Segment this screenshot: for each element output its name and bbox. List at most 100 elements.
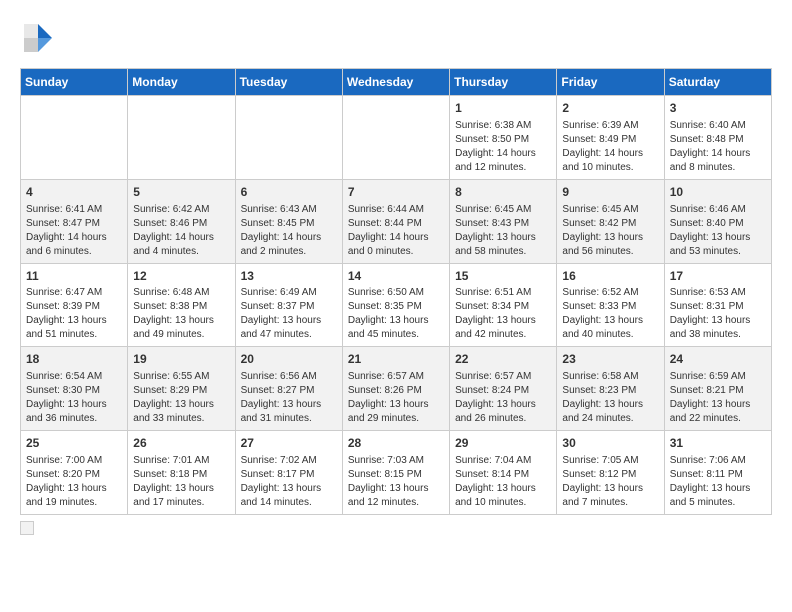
calendar-week-row: 1 Sunrise: 6:38 AM Sunset: 8:50 PM Daylig… [21,96,772,180]
day-info: Sunrise: 6:56 AM Sunset: 8:27 PM Dayligh… [241,370,337,426]
calendar-cell [235,96,342,180]
calendar-cell: 5Sunrise: 6:42 AM Sunset: 8:46 PM Daylig… [128,179,235,263]
day-of-week-header: Tuesday [235,69,342,96]
day-info: Sunrise: 6:45 AM Sunset: 8:42 PM Dayligh… [562,203,658,259]
day-info: Sunrise: 6:53 AM Sunset: 8:31 PM Dayligh… [670,286,766,342]
calendar-cell: 4Sunrise: 6:41 AM Sunset: 8:47 PM Daylig… [21,179,128,263]
calendar-cell [342,96,449,180]
calendar-cell: 8Sunrise: 6:45 AM Sunset: 8:43 PM Daylig… [450,179,557,263]
day-info: Sunrise: 6:44 AM Sunset: 8:44 PM Dayligh… [348,203,444,259]
day-number: 22 [455,351,551,368]
day-number: 30 [562,435,658,452]
day-number: 23 [562,351,658,368]
day-number: 28 [348,435,444,452]
day-number: 16 [562,268,658,285]
day-header-row: SundayMondayTuesdayWednesdayThursdayFrid… [21,69,772,96]
calendar-cell: 17Sunrise: 6:53 AM Sunset: 8:31 PM Dayli… [664,263,771,347]
day-info: Sunrise: 6:57 AM Sunset: 8:24 PM Dayligh… [455,370,551,426]
calendar-cell: 28 Sunrise: 7:03 AM Sunset: 8:15 PM Dayli… [342,431,449,515]
calendar-cell: 25 Sunrise: 7:00 AM Sunset: 8:20 PM Dayli… [21,431,128,515]
calendar-cell: 29 Sunrise: 7:04 AM Sunset: 8:14 PM Dayli… [450,431,557,515]
calendar-cell: 1 Sunrise: 6:38 AM Sunset: 8:50 PM Daylig… [450,96,557,180]
calendar-cell: 18 Sunrise: 6:54 AM Sunset: 8:30 PM Dayli… [21,347,128,431]
calendar-cell: 26 Sunrise: 7:01 AM Sunset: 8:18 PM Dayli… [128,431,235,515]
day-number: 13 [241,268,337,285]
day-number: 25 [26,435,122,452]
calendar-week-row: 18 Sunrise: 6:54 AM Sunset: 8:30 PM Dayli… [21,347,772,431]
day-info: Sunrise: 6:39 AM Sunset: 8:49 PM Dayligh… [562,119,658,175]
day-info: Sunrise: 7:04 AM Sunset: 8:14 PM Dayligh… [455,454,551,510]
day-number: 2 [562,100,658,117]
calendar-cell: 2 Sunrise: 6:39 AM Sunset: 8:49 PM Daylig… [557,96,664,180]
logo [20,20,60,56]
day-number: 12 [133,268,229,285]
page: SundayMondayTuesdayWednesdayThursdayFrid… [0,0,792,545]
calendar-body: 1 Sunrise: 6:38 AM Sunset: 8:50 PM Daylig… [21,96,772,515]
calendar-cell: 31 Sunrise: 7:06 AM Sunset: 8:11 PM Dayli… [664,431,771,515]
day-info: Sunrise: 6:49 AM Sunset: 8:37 PM Dayligh… [241,286,337,342]
calendar-cell: 21 Sunrise: 6:57 AM Sunset: 8:26 PM Dayli… [342,347,449,431]
day-number: 27 [241,435,337,452]
calendar-cell [128,96,235,180]
day-info: Sunrise: 6:48 AM Sunset: 8:38 PM Dayligh… [133,286,229,342]
day-of-week-header: Saturday [664,69,771,96]
calendar-cell: 10Sunrise: 6:46 AM Sunset: 8:40 PM Dayli… [664,179,771,263]
day-number: 9 [562,184,658,201]
day-info: Sunrise: 6:46 AM Sunset: 8:40 PM Dayligh… [670,203,766,259]
calendar-cell: 12Sunrise: 6:48 AM Sunset: 8:38 PM Dayli… [128,263,235,347]
day-info: Sunrise: 7:05 AM Sunset: 8:12 PM Dayligh… [562,454,658,510]
calendar-cell: 22 Sunrise: 6:57 AM Sunset: 8:24 PM Dayli… [450,347,557,431]
day-info: Sunrise: 7:01 AM Sunset: 8:18 PM Dayligh… [133,454,229,510]
calendar-cell: 11Sunrise: 6:47 AM Sunset: 8:39 PM Dayli… [21,263,128,347]
day-of-week-header: Friday [557,69,664,96]
day-number: 20 [241,351,337,368]
calendar-cell: 24 Sunrise: 6:59 AM Sunset: 8:21 PM Dayli… [664,347,771,431]
day-info: Sunrise: 7:06 AM Sunset: 8:11 PM Dayligh… [670,454,766,510]
day-info: Sunrise: 6:57 AM Sunset: 8:26 PM Dayligh… [348,370,444,426]
day-number: 24 [670,351,766,368]
day-info: Sunrise: 6:54 AM Sunset: 8:30 PM Dayligh… [26,370,122,426]
calendar-cell: 7 Sunrise: 6:44 AM Sunset: 8:44 PM Daylig… [342,179,449,263]
day-info: Sunrise: 6:47 AM Sunset: 8:39 PM Dayligh… [26,286,122,342]
day-info: Sunrise: 6:41 AM Sunset: 8:47 PM Dayligh… [26,203,122,259]
day-info: Sunrise: 7:03 AM Sunset: 8:15 PM Dayligh… [348,454,444,510]
day-number: 3 [670,100,766,117]
day-info: Sunrise: 6:51 AM Sunset: 8:34 PM Dayligh… [455,286,551,342]
day-number: 31 [670,435,766,452]
day-of-week-header: Thursday [450,69,557,96]
calendar-cell: 6Sunrise: 6:43 AM Sunset: 8:45 PM Daylig… [235,179,342,263]
day-number: 29 [455,435,551,452]
day-number: 7 [348,184,444,201]
calendar-header: SundayMondayTuesdayWednesdayThursdayFrid… [21,69,772,96]
day-number: 17 [670,268,766,285]
day-number: 26 [133,435,229,452]
calendar-cell: 14Sunrise: 6:50 AM Sunset: 8:35 PM Dayli… [342,263,449,347]
calendar-cell: 19Sunrise: 6:55 AM Sunset: 8:29 PM Dayli… [128,347,235,431]
calendar-cell [21,96,128,180]
day-info: Sunrise: 6:38 AM Sunset: 8:50 PM Dayligh… [455,119,551,175]
day-info: Sunrise: 6:58 AM Sunset: 8:23 PM Dayligh… [562,370,658,426]
day-of-week-header: Sunday [21,69,128,96]
day-number: 15 [455,268,551,285]
daylight-legend-box [20,521,34,535]
header [20,20,772,56]
day-number: 14 [348,268,444,285]
calendar-week-row: 4Sunrise: 6:41 AM Sunset: 8:47 PM Daylig… [21,179,772,263]
calendar-cell: 27Sunrise: 7:02 AM Sunset: 8:17 PM Dayli… [235,431,342,515]
day-number: 19 [133,351,229,368]
day-number: 18 [26,351,122,368]
day-info: Sunrise: 6:45 AM Sunset: 8:43 PM Dayligh… [455,203,551,259]
calendar-table: SundayMondayTuesdayWednesdayThursdayFrid… [20,68,772,515]
day-number: 11 [26,268,122,285]
footer [20,521,772,535]
calendar-cell: 23 Sunrise: 6:58 AM Sunset: 8:23 PM Dayli… [557,347,664,431]
day-info: Sunrise: 6:43 AM Sunset: 8:45 PM Dayligh… [241,203,337,259]
day-info: Sunrise: 6:59 AM Sunset: 8:21 PM Dayligh… [670,370,766,426]
day-number: 1 [455,100,551,117]
day-number: 21 [348,351,444,368]
calendar-cell: 20 Sunrise: 6:56 AM Sunset: 8:27 PM Dayli… [235,347,342,431]
day-info: Sunrise: 6:50 AM Sunset: 8:35 PM Dayligh… [348,286,444,342]
day-info: Sunrise: 6:52 AM Sunset: 8:33 PM Dayligh… [562,286,658,342]
day-info: Sunrise: 7:00 AM Sunset: 8:20 PM Dayligh… [26,454,122,510]
calendar-cell: 15Sunrise: 6:51 AM Sunset: 8:34 PM Dayli… [450,263,557,347]
